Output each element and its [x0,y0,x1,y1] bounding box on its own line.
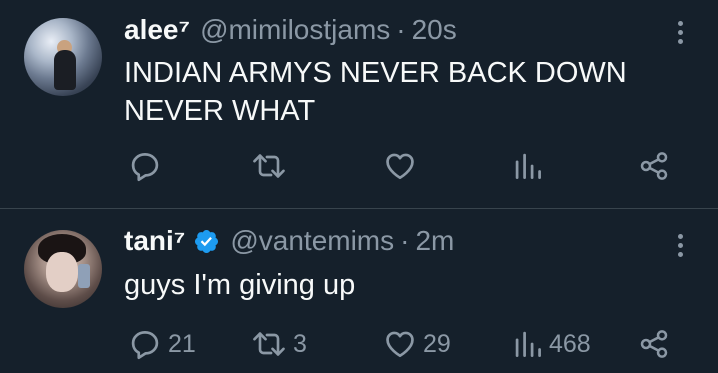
like-button[interactable]: 29 [383,326,451,362]
more-options-icon[interactable] [670,17,690,47]
display-name[interactable]: tani⁷ [124,225,185,257]
retweet-button[interactable] [251,148,293,184]
heart-icon [386,331,414,358]
avatar-phone [78,264,90,288]
views-icon [515,331,541,357]
retweet-count: 3 [293,329,307,358]
verified-badge-icon[interactable] [193,228,220,255]
separator: · [396,14,406,45]
reply-count: 21 [168,329,196,358]
timestamp[interactable]: 20s [412,14,457,46]
tweet[interactable]: alee⁷ @mimilostjams · 20s INDIAN ARMYS N… [0,0,718,208]
reply-button[interactable] [128,148,168,184]
heart-icon [386,153,414,180]
share-button[interactable] [638,148,670,184]
reply-icon [131,331,159,360]
view-count: 468 [549,329,591,358]
tweet-header: alee⁷ @mimilostjams · 20s [124,13,457,47]
tweet-text-line: INDIAN ARMYS NEVER BACK DOWN [124,57,627,89]
share-button[interactable] [638,326,670,362]
share-icon [640,330,668,358]
tweet-text: guys I'm giving up [124,266,355,304]
display-name[interactable]: alee⁷ [124,14,190,46]
action-bar: 21 3 29 468 [0,326,718,362]
reply-icon [131,153,159,182]
tweet-text: INDIAN ARMYS NEVER BACK DOWN NEVER WHAT [124,54,627,130]
tweet[interactable]: tani⁷ @vantemims · 2m guys I'm giving up… [0,209,718,373]
views-button[interactable] [513,148,549,184]
avatar-face [46,252,78,292]
retweet-icon [253,154,285,178]
retweet-button[interactable]: 3 [251,326,307,362]
retweet-icon [253,332,285,356]
user-handle[interactable]: @vantemims [230,225,394,257]
tweet-text-line: NEVER WHAT [124,95,316,127]
avatar-figure [54,50,76,90]
views-button[interactable]: 468 [513,326,591,362]
user-handle[interactable]: @mimilostjams [200,14,390,46]
separator: · [400,225,410,256]
tweet-text-line: guys I'm giving up [124,269,356,301]
more-options-icon[interactable] [670,230,690,260]
reply-button[interactable]: 21 [128,326,196,362]
like-count: 29 [423,329,451,358]
timestamp[interactable]: 2m [415,225,454,257]
tweet-header: tani⁷ @vantemims · 2m [124,224,454,258]
share-icon [640,152,668,180]
avatar[interactable] [24,18,102,96]
like-button[interactable] [383,148,423,184]
action-bar [0,148,718,184]
views-icon [515,153,541,179]
avatar[interactable] [24,230,102,308]
